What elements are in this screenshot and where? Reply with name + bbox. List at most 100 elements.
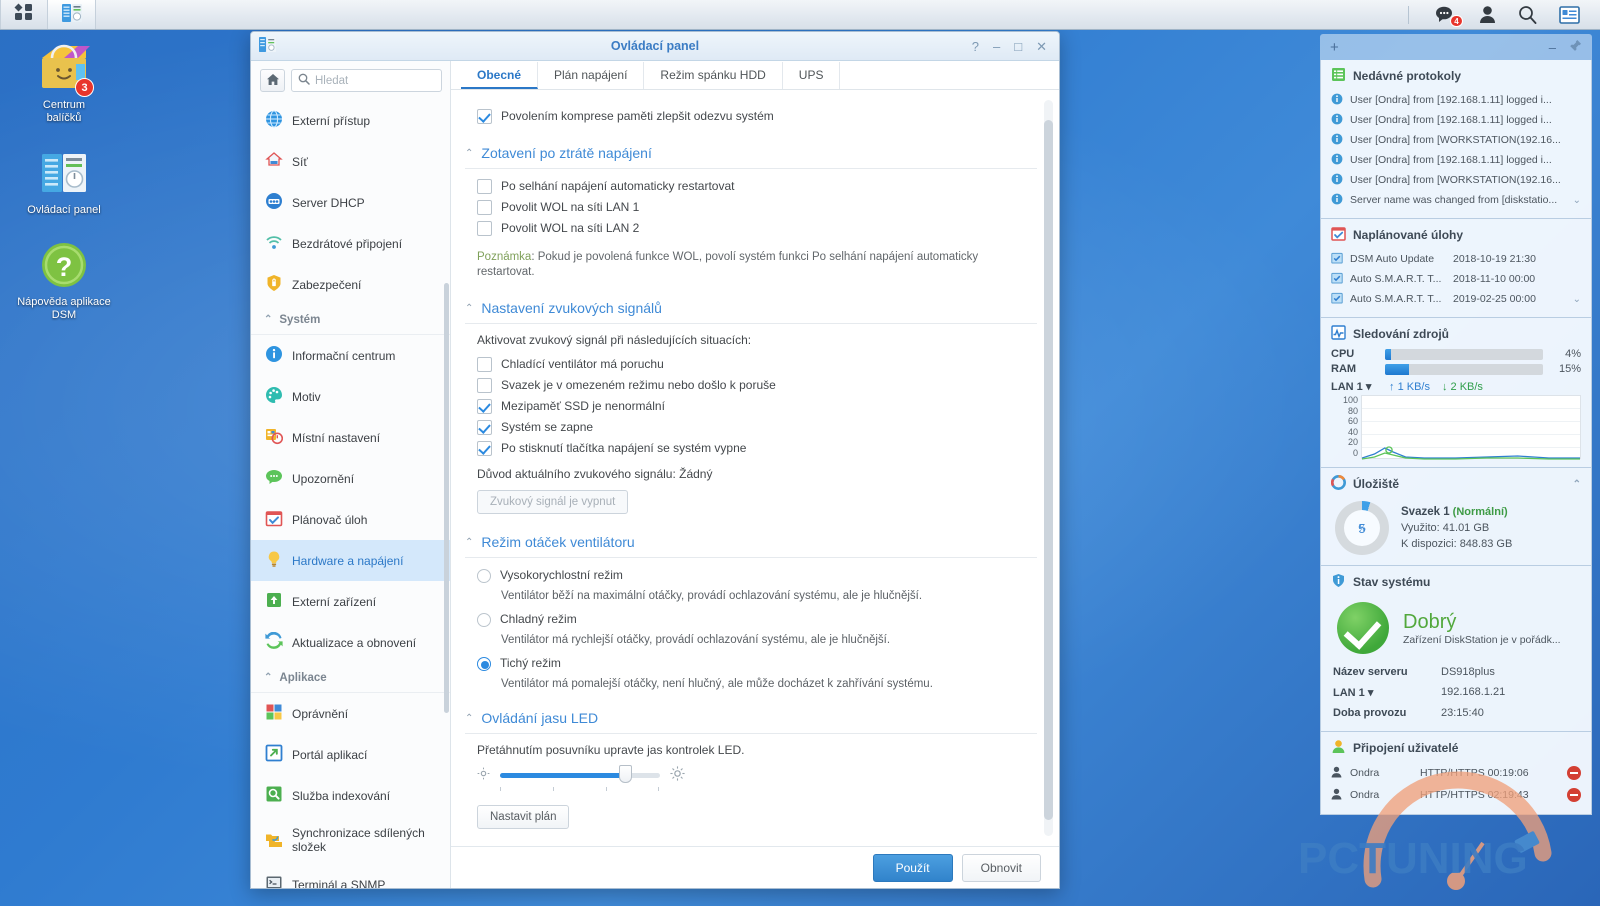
disconnect-icon[interactable]: [1567, 766, 1581, 780]
widget-minimize-button[interactable]: –: [1549, 40, 1556, 55]
memory-compression-checkbox[interactable]: [477, 109, 492, 124]
sidebar-item-externi-pristup[interactable]: Externí přístup: [251, 100, 450, 141]
fan-option-quiet[interactable]: Tichý režim: [477, 655, 1037, 672]
tab-rezim-spanku-hdd[interactable]: Režim spánku HDD: [644, 62, 783, 89]
taskbar-control-panel-button[interactable]: [48, 0, 96, 29]
beep-power-on-checkbox[interactable]: [477, 420, 492, 435]
beep-power-off-checkbox[interactable]: [477, 441, 492, 456]
chevron-up-icon[interactable]: ⌃: [1573, 479, 1581, 490]
section-led-brightness[interactable]: ⌃ Ovládání jasu LED: [465, 710, 1037, 726]
sidebar-item-portal-aplikaci[interactable]: Portál aplikací: [251, 734, 450, 775]
sidebar-item-planovac-uloh[interactable]: Plánovač úloh: [251, 499, 450, 540]
content-scrollbar-thumb[interactable]: [1044, 120, 1053, 820]
chevron-down-icon[interactable]: ⌄: [1573, 294, 1581, 305]
setting-beep-power-on[interactable]: Systém se zapne: [477, 419, 1037, 436]
sidebar-item-bezdratove-pripojeni[interactable]: Bezdrátové připojení: [251, 223, 450, 264]
sidebar-group-aplikace[interactable]: ⌃ Aplikace: [251, 663, 450, 693]
sidebar-item-synchronizace-sdilenych-slozek[interactable]: Synchronizace sdílených složek: [251, 816, 450, 864]
log-item[interactable]: User [Ondra] from [192.168.1.11] logged …: [1331, 110, 1581, 130]
log-item[interactable]: User [Ondra] from [192.168.1.11] logged …: [1331, 90, 1581, 110]
add-widget-button[interactable]: +: [1330, 39, 1339, 56]
setting-beep-power-off[interactable]: Po stisknutí tlačítka napájení se systém…: [477, 440, 1037, 457]
widgets-icon[interactable]: [1559, 5, 1580, 24]
user-account-icon[interactable]: [1479, 5, 1496, 24]
disconnect-icon[interactable]: [1567, 788, 1581, 802]
beep-fan-fail-checkbox[interactable]: [477, 357, 492, 372]
section-power-recovery[interactable]: ⌃ Zotavení po ztrátě napájení: [465, 145, 1037, 161]
task-item[interactable]: Auto S.M.A.R.T. T... 2018-11-10 00:00: [1331, 269, 1581, 289]
search-icon[interactable]: [1518, 5, 1537, 24]
log-item[interactable]: User [Ondra] from [192.168.1.11] logged …: [1331, 150, 1581, 170]
fan-cool-radio[interactable]: [477, 612, 491, 627]
tab-ups[interactable]: UPS: [783, 62, 841, 89]
slider-track[interactable]: [500, 764, 660, 783]
setting-wol-lan1[interactable]: Povolit WOL na síti LAN 1: [477, 199, 1037, 216]
led-brightness-slider[interactable]: [477, 764, 1037, 784]
tab-obecne[interactable]: Obecné: [461, 62, 539, 89]
led-schedule-button[interactable]: Nastavit plán: [477, 805, 570, 829]
log-item[interactable]: User [Ondra] from [WORKSTATION(192.16...: [1331, 130, 1581, 150]
reset-button[interactable]: Obnovit: [961, 853, 1041, 882]
apps-menu-button[interactable]: [0, 0, 48, 29]
sidebar-item-zabezpeceni[interactable]: Zabezpečení: [251, 264, 450, 305]
maximize-button[interactable]: □: [1014, 40, 1022, 53]
sidebar-item-terminal-a-snmp[interactable]: Terminál a SNMP: [251, 864, 450, 888]
chevron-down-icon[interactable]: ⌄: [1573, 195, 1581, 206]
slider-handle[interactable]: [619, 764, 633, 783]
sidebar-group-system[interactable]: ⌃ Systém: [251, 305, 450, 335]
chevron-down-icon[interactable]: ▾: [1366, 381, 1372, 393]
setting-beep-volume-degraded[interactable]: Svazek je v omezeném režimu nebo došlo k…: [477, 377, 1037, 394]
task-item[interactable]: Auto S.M.A.R.T. T... 2019-02-25 00:00 ⌄: [1331, 289, 1581, 309]
beep-ssd-cache-checkbox[interactable]: [477, 399, 492, 414]
desktop-icon-control-panel[interactable]: Ovládací panel: [14, 147, 114, 217]
section-beep-settings[interactable]: ⌃ Nastavení zvukových signálů: [465, 300, 1037, 316]
chevron-down-icon[interactable]: ▾: [1368, 687, 1374, 699]
beep-volume-degraded-checkbox[interactable]: [477, 378, 492, 393]
setting-memory-compression[interactable]: Povolením komprese paměti zlepšit odezvu…: [477, 108, 1037, 125]
window-titlebar[interactable]: Ovládací panel ? – □ ✕: [251, 32, 1059, 61]
sidebar-item-externi-zarizeni[interactable]: Externí zařízení: [251, 581, 450, 622]
apply-button[interactable]: Použít: [872, 853, 953, 882]
sidebar-item-hardware-a-napajeni[interactable]: Hardware a napájení: [251, 540, 450, 581]
sidebar-item-motiv[interactable]: Motiv: [251, 376, 450, 417]
wol-lan2-checkbox[interactable]: [477, 221, 492, 236]
sidebar-item-aktualizace-a-obnoveni[interactable]: Aktualizace a obnovení: [251, 622, 450, 663]
fan-quiet-radio[interactable]: [477, 656, 491, 671]
section-fan-speed[interactable]: ⌃ Režim otáček ventilátoru: [465, 534, 1037, 550]
sidebar-scrollbar[interactable]: [444, 283, 449, 713]
beep-off-button[interactable]: Zvukový signál je vypnut: [477, 490, 629, 514]
desktop-icon-dsm-help[interactable]: ? Nápověda aplikace DSM: [14, 239, 114, 322]
fan-option-high-speed[interactable]: Vysokorychlostní režim: [477, 567, 1037, 584]
log-item[interactable]: Server name was changed from [diskstatio…: [1331, 190, 1581, 210]
sidebar-item-sit[interactable]: Síť: [251, 141, 450, 182]
fan-option-cool[interactable]: Chladný režim: [477, 611, 1037, 628]
setting-beep-fan-fail[interactable]: Chladící ventilátor má poruchu: [477, 356, 1037, 373]
tab-plan-napajeni[interactable]: Plán napájení: [538, 62, 645, 89]
sidebar-item-informacni-centrum[interactable]: Informační centrum: [251, 335, 450, 376]
sidebar-item-opravneni[interactable]: Oprávnění: [251, 693, 450, 734]
setting-auto-restart[interactable]: Po selhání napájení automaticky restarto…: [477, 178, 1037, 195]
lan-row[interactable]: LAN 1 ▾ ↑ 1 KB/s ↓ 2 KB/s: [1331, 380, 1581, 394]
pin-icon[interactable]: [1569, 39, 1582, 55]
uptime-label: Doba provozu: [1333, 707, 1407, 719]
sidebar-item-upozorneni[interactable]: Upozornění: [251, 458, 450, 499]
setting-beep-ssd-cache[interactable]: Mezipaměť SSD je nenormální: [477, 398, 1037, 415]
minimize-button[interactable]: –: [993, 40, 1000, 53]
log-item[interactable]: User [Ondra] from [WORKSTATION(192.16...: [1331, 170, 1581, 190]
task-item[interactable]: DSM Auto Update 2018-10-19 21:30: [1331, 249, 1581, 269]
home-button[interactable]: [260, 69, 285, 92]
sidebar-item-server-dhcp[interactable]: Server DHCP: [251, 182, 450, 223]
sidebar-item-mistni-nastaveni[interactable]: Místní nastavení: [251, 417, 450, 458]
search-input[interactable]: [315, 74, 435, 87]
help-button[interactable]: ?: [972, 40, 979, 53]
notifications-icon[interactable]: 4: [1435, 5, 1463, 27]
desktop-icon-package-center[interactable]: 3 Centrum balíčků: [14, 42, 114, 125]
close-button[interactable]: ✕: [1036, 40, 1047, 53]
setting-wol-lan2[interactable]: Povolit WOL na síti LAN 2: [477, 220, 1037, 237]
auto-restart-checkbox[interactable]: [477, 179, 492, 194]
sidebar-item-sluzba-indexovani[interactable]: Služba indexování: [251, 775, 450, 816]
fan-high-speed-radio[interactable]: [477, 568, 491, 583]
search-box[interactable]: [291, 69, 442, 92]
bulb-icon: [265, 550, 283, 571]
wol-lan1-checkbox[interactable]: [477, 200, 492, 215]
